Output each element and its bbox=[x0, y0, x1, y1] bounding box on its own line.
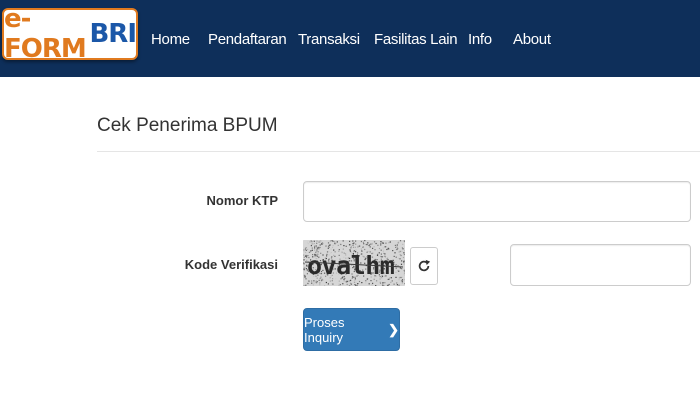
refresh-icon bbox=[418, 259, 431, 272]
logo-text-part2: BRI bbox=[89, 19, 137, 49]
top-navbar: e-FORM BRI Home Pendaftaran Transaksi Fas… bbox=[0, 0, 700, 77]
eformbri-logo[interactable]: e-FORM BRI bbox=[2, 4, 138, 64]
proses-inquiry-button[interactable]: Proses Inquiry ❯ bbox=[303, 308, 400, 351]
nav-item-home[interactable]: Home bbox=[151, 31, 190, 48]
captcha-image: ovalhm bbox=[303, 240, 405, 286]
verification-code-input[interactable] bbox=[510, 244, 691, 286]
title-divider bbox=[97, 151, 700, 152]
proses-inquiry-label: Proses Inquiry bbox=[304, 314, 345, 345]
nav-item-fasilitas-lain[interactable]: Fasilitas Lain bbox=[374, 31, 458, 48]
nav-item-info[interactable]: Info bbox=[468, 31, 492, 48]
nav-item-about[interactable]: About bbox=[513, 31, 551, 48]
chevron-right-icon: ❯ bbox=[388, 321, 399, 337]
page-title: Cek Penerima BPUM bbox=[97, 115, 278, 136]
verification-label: Kode Verifikasi bbox=[184, 257, 278, 272]
logo-text-part1: e-FORM bbox=[4, 4, 87, 64]
nav-item-transaksi[interactable]: Transaksi bbox=[298, 31, 360, 48]
refresh-captcha-button[interactable] bbox=[410, 247, 438, 285]
ktp-label: Nomor KTP bbox=[206, 193, 279, 208]
nav-item-pendaftaran[interactable]: Pendaftaran bbox=[208, 31, 287, 48]
ktp-input[interactable] bbox=[303, 181, 691, 222]
